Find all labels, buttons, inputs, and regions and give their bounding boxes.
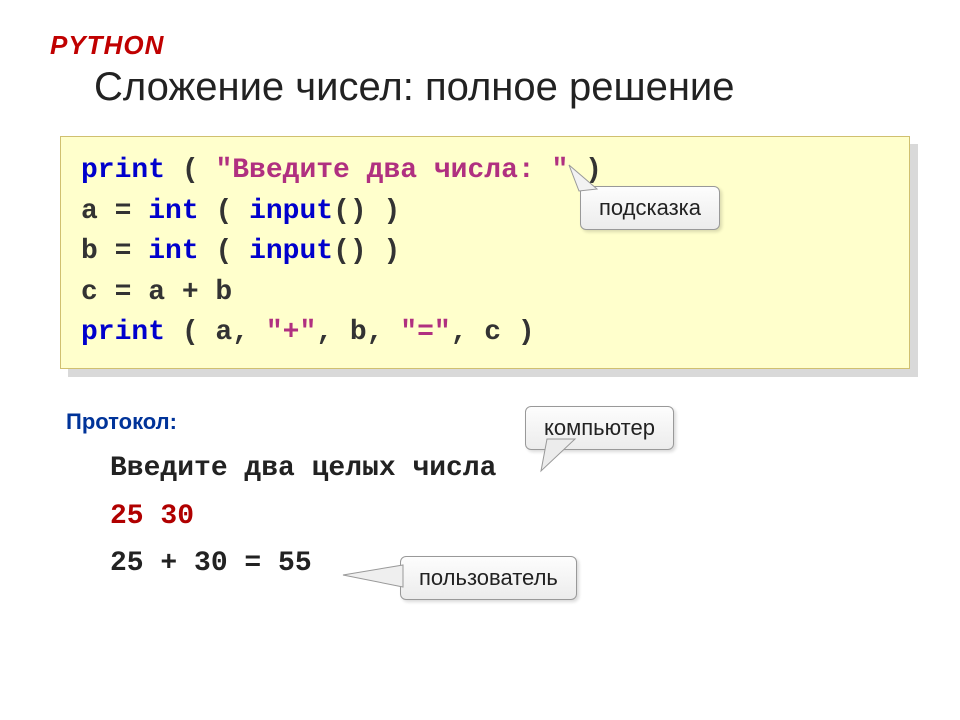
callout-tail-icon [343,563,405,593]
kw-int: int [148,236,198,267]
kw-print: print [81,155,165,186]
topic-label: PYTHON [50,30,920,61]
callout-computer: компьютер [525,406,674,450]
code-text: c = a + b [81,277,232,308]
protocol-heading: Протокол: [66,409,920,435]
string-literal: "Введите два числа: " [215,155,568,186]
code-text: ( [199,236,249,267]
code-text: b = [81,236,148,267]
code-text: , b, [316,317,400,348]
callout-hint-label: подсказка [599,195,701,220]
code-content: print ( "Введите два числа: " ) a = int … [60,136,910,369]
protocol-user-input: 25 30 [110,493,920,541]
code-block: print ( "Введите два числа: " ) a = int … [60,136,910,369]
code-text: () ) [333,236,400,267]
callout-user: пользователь [400,556,577,600]
kw-input: input [249,236,333,267]
code-text: ( a, [165,317,266,348]
kw-int: int [148,196,198,227]
kw-print: print [81,317,165,348]
code-text: , c ) [451,317,535,348]
slide: PYTHON Сложение чисел: полное решение pr… [0,0,960,720]
callout-user-label: пользователь [419,565,558,590]
code-text: ( [199,196,249,227]
slide-title: Сложение чисел: полное решение [94,65,920,110]
callout-tail-icon [569,165,609,195]
callout-computer-label: компьютер [544,415,655,440]
kw-input: input [249,196,333,227]
callout-hint: подсказка [580,186,720,230]
string-literal: "+" [266,317,316,348]
protocol-line: Введите два целых числа [110,445,920,493]
callout-tail-icon [541,439,585,473]
code-text: () ) [333,196,400,227]
code-text: ( [165,155,215,186]
string-literal: "=" [400,317,450,348]
code-text: a = [81,196,148,227]
